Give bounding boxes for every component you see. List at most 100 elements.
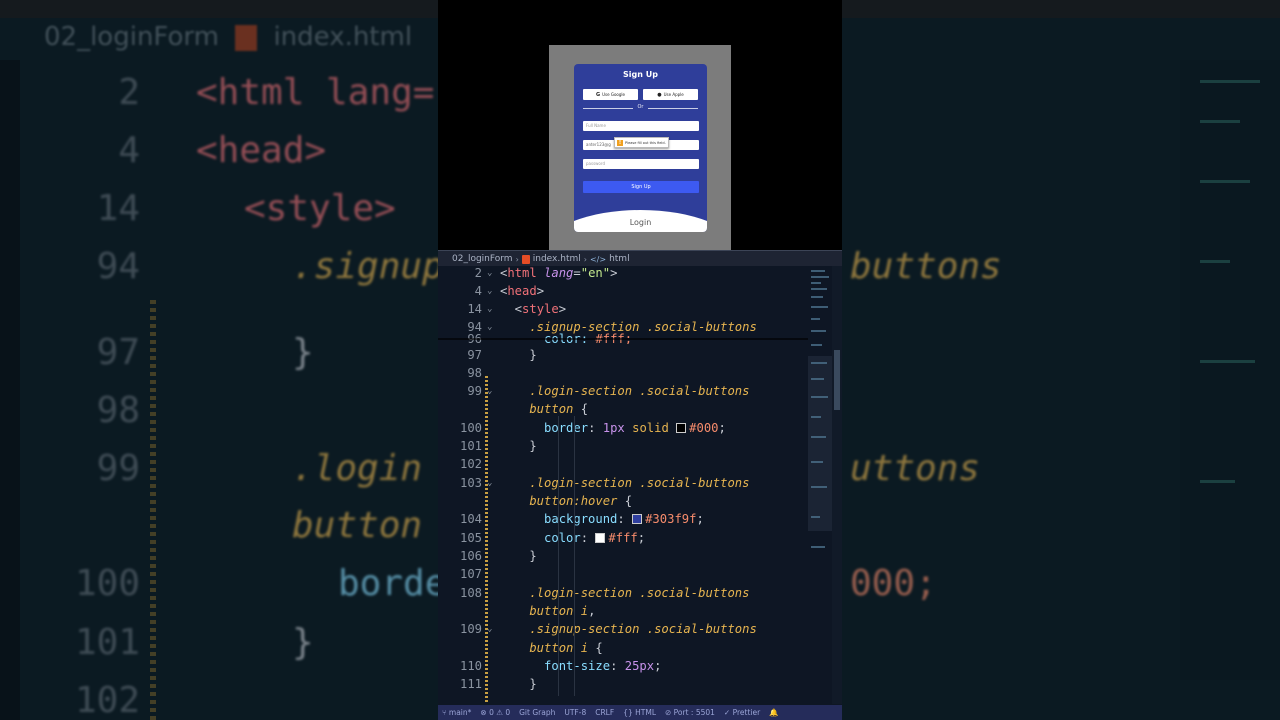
code-text: .login-section .social-buttons <box>500 476 750 490</box>
fold-chevron-icon[interactable]: ⌄ <box>487 478 492 488</box>
validation-tooltip: ! Please fill out this field. <box>614 137 669 148</box>
fold-chevron-icon[interactable]: ⌄ <box>487 304 492 314</box>
code-line[interactable]: 4 ⌄ <head> <box>438 284 808 302</box>
breadcrumb-node[interactable]: html <box>609 254 630 264</box>
code-line[interactable]: 102 <box>438 457 808 475</box>
browser-preview: Sign Up G Use Google ● Use Apple Or Full… <box>549 45 731 250</box>
background-code-line: } <box>292 332 314 373</box>
minimap[interactable] <box>808 266 832 704</box>
chevron-right-icon: › <box>583 254 587 264</box>
code-line[interactable]: 2 ⌄ <html lang="en"> <box>438 266 808 284</box>
tooltip-text: Please fill out this field. <box>625 140 666 145</box>
background-code-line: borde <box>338 563 447 604</box>
code-line[interactable]: 109 ⌄ .signup-section .social-buttons <box>438 622 808 640</box>
code-line[interactable]: 107 <box>438 567 808 585</box>
problems-status[interactable]: ⊗ 0 ⚠ 0 <box>480 708 510 717</box>
background-code-fragment: uttons <box>850 448 981 489</box>
password-input[interactable]: password <box>583 159 699 169</box>
line-number: 102 <box>459 457 482 471</box>
code-line[interactable]: 106 } <box>438 549 808 567</box>
background-code-line: <style> <box>244 188 396 229</box>
background-breadcrumb-folder: 02_loginForm <box>44 22 219 52</box>
background-line-number: 2 <box>118 72 140 113</box>
signup-card: Sign Up G Use Google ● Use Apple Or Full… <box>574 64 707 232</box>
google-button-label: Use Google <box>602 92 625 97</box>
background-line-number: 4 <box>118 130 140 171</box>
vertical-scrollbar[interactable] <box>832 266 842 704</box>
code-line[interactable]: 99 ⌄ .login-section .social-buttons <box>438 384 808 402</box>
google-button[interactable]: G Use Google <box>583 89 638 100</box>
apple-button[interactable]: ● Use Apple <box>643 89 698 100</box>
line-number: 98 <box>467 366 482 380</box>
background-line-number: 100 <box>74 563 140 604</box>
line-number: 103 <box>459 476 482 490</box>
background-line-number: 14 <box>96 188 140 229</box>
fold-chevron-icon[interactable]: ⌄ <box>487 624 492 634</box>
git-graph-status[interactable]: Git Graph <box>519 708 555 717</box>
breadcrumb-bar: 02_loginForm › index.html › </> html <box>438 250 842 266</box>
background-breadcrumb-file: index.html <box>273 22 413 52</box>
fullname-input[interactable]: Full Name <box>583 121 699 131</box>
code-area[interactable]: 2 ⌄ <html lang="en"> 4 ⌄ <head> 14 ⌄ <style> 94 ⌄… <box>438 266 808 704</box>
color-swatch[interactable] <box>595 533 606 543</box>
google-icon: G <box>596 91 601 98</box>
code-line[interactable]: 100 border: 1px solid #000; <box>438 421 808 439</box>
code-line[interactable]: 104 background: #303f9f; <box>438 512 808 530</box>
background-code-fragment: buttons <box>850 246 1002 287</box>
code-text: <html lang="en"> <box>500 266 618 280</box>
language-status[interactable]: {} HTML <box>623 708 656 717</box>
signup-button[interactable]: Sign Up <box>583 181 699 193</box>
fold-chevron-icon[interactable]: ⌄ <box>487 286 492 296</box>
code-line[interactable]: 98 <box>438 366 808 384</box>
fold-chevron-icon[interactable]: ⌄ <box>487 322 492 332</box>
live-server-status[interactable]: ⊘ Port : 5501 <box>665 708 715 717</box>
code-text: color: #fff; <box>500 531 646 545</box>
prettier-status[interactable]: ✓ Prettier <box>724 708 760 717</box>
code-line[interactable]: 97 } <box>438 348 808 366</box>
breadcrumb-file[interactable]: index.html <box>533 254 581 264</box>
color-swatch[interactable] <box>676 423 687 433</box>
code-line[interactable]: button i, <box>438 604 808 622</box>
notification-icon[interactable]: 🔔 <box>769 708 778 717</box>
code-text: background: #303f9f; <box>544 512 704 526</box>
line-number: 111 <box>459 677 482 691</box>
encoding-status[interactable]: UTF-8 <box>564 708 586 717</box>
line-number: 2 <box>474 266 482 280</box>
color-swatch[interactable] <box>632 514 643 524</box>
code-line[interactable]: 101 } <box>438 439 808 457</box>
check-icon: ✓ <box>723 708 733 717</box>
branch-status[interactable]: ⑂ main* <box>442 708 471 717</box>
code-line[interactable]: button i { <box>438 641 808 659</box>
code-text: <head> <box>500 284 545 298</box>
minimap-viewport[interactable] <box>808 356 832 531</box>
code-line[interactable]: 110 font-size: 25px; <box>438 659 808 677</box>
line-number: 101 <box>459 439 482 453</box>
code-line[interactable]: 108 .login-section .social-buttons <box>438 586 808 604</box>
background-modified-gutter <box>150 300 156 720</box>
scrollbar-thumb[interactable] <box>834 350 840 410</box>
code-line[interactable]: 103 ⌄ .login-section .social-buttons <box>438 476 808 494</box>
code-line[interactable]: 105 color: #fff; <box>438 531 808 549</box>
code-line[interactable]: 14 ⌄ <style> <box>438 302 808 320</box>
code-line[interactable]: button:hover { <box>438 494 808 512</box>
line-number: 110 <box>459 659 482 673</box>
fold-chevron-icon[interactable]: ⌄ <box>487 268 492 278</box>
eol-status[interactable]: CRLF <box>595 708 614 717</box>
warning-icon: ⚠ <box>496 708 506 717</box>
line-number: 106 <box>459 549 482 563</box>
fold-chevron-icon[interactable]: ⌄ <box>487 386 492 396</box>
code-text: .login-section .social-buttons <box>500 384 750 398</box>
code-line[interactable]: button { <box>438 402 808 420</box>
breadcrumb-folder[interactable]: 02_loginForm <box>452 254 513 264</box>
background-line-number: 102 <box>74 680 140 720</box>
code-line[interactable]: 111 } <box>438 677 808 695</box>
background-line-number: 101 <box>74 622 140 663</box>
git-branch-icon: ⑂ <box>442 708 449 717</box>
background-breadcrumb: 02_loginForm index.html <box>44 22 412 52</box>
code-text: button i, <box>500 604 596 618</box>
html5-icon <box>521 254 530 264</box>
login-label[interactable]: Login <box>574 218 707 227</box>
error-icon: ⊗ <box>480 708 490 717</box>
code-text: button { <box>500 402 589 416</box>
code-text: } <box>500 439 537 453</box>
